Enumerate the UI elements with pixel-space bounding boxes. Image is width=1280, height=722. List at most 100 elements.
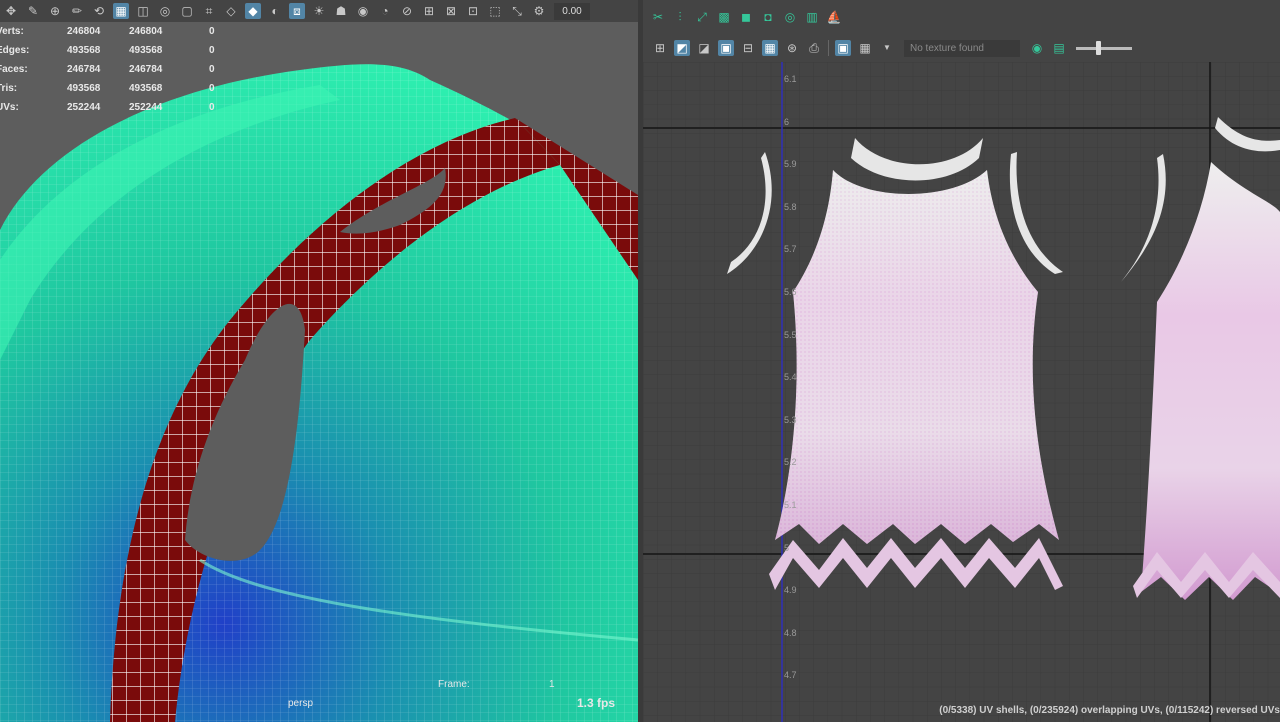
gate-icon[interactable]: ▢	[179, 3, 195, 19]
move-icon[interactable]: ✥	[3, 3, 19, 19]
shaded-icon[interactable]: ◆	[245, 3, 261, 19]
frame-icon[interactable]: ⬚	[487, 3, 503, 19]
uv-status-bar: (0/5338) UV shells, (0/235924) overlappi…	[939, 705, 1280, 716]
view-icon[interactable]: ◎	[157, 3, 173, 19]
slider-knob[interactable]	[1096, 40, 1101, 55]
exposure-slider[interactable]	[1076, 40, 1132, 55]
poly-count-hud: Verts: 246804 246804 0 Edges: 493568 493…	[0, 22, 249, 117]
uv-unfold-icon[interactable]: ⤢	[694, 9, 710, 25]
snap-icon[interactable]: ⊕	[47, 3, 63, 19]
xray-joint-icon[interactable]: ⊠	[443, 3, 459, 19]
uv-shell-icon[interactable]: ◼	[738, 9, 754, 25]
hud-value: 493568	[129, 83, 163, 94]
uv-symmetry-icon[interactable]: ⛵	[826, 9, 842, 25]
uv-snapshot-icon[interactable]: ⊛	[784, 40, 800, 56]
uv-axis-tick-label: 6.1	[784, 74, 797, 84]
uv-axis-tick-label: 4.9	[784, 585, 797, 596]
camera-icon[interactable]: ◫	[135, 3, 151, 19]
dof-icon[interactable]: ⊘	[399, 3, 415, 19]
hud-row-verts: Verts: 246804 246804 0	[0, 22, 249, 41]
texture-toggle-icon[interactable]: ▣	[835, 40, 851, 56]
uv-axis-tick-label: 6	[784, 116, 790, 127]
uv-image-icon[interactable]: ⎙	[806, 40, 822, 56]
uv-axis-tick-label: 5.9	[784, 159, 797, 170]
uv-sew-icon[interactable]: ⫶	[672, 9, 688, 25]
smooth-icon[interactable]: ◐	[267, 3, 283, 19]
uv-axis-tick-label: 5.3	[784, 414, 797, 425]
uv-grid-icon[interactable]: ⊞	[652, 40, 668, 56]
uv-sets-icon[interactable]: ▥	[804, 9, 820, 25]
color-management-icon[interactable]: ◉	[1029, 40, 1045, 56]
camera-label: persp	[288, 698, 314, 709]
hud-value: 246784	[129, 64, 163, 75]
texture-select[interactable]: No texture found	[904, 39, 1020, 57]
uv-shaded-icon[interactable]: ◩	[674, 40, 690, 56]
uv-axis-tick-label: 5.4	[784, 372, 797, 383]
frame-value: 1	[549, 679, 555, 690]
uv-layout-icon[interactable]: ▩	[716, 9, 732, 25]
region-icon[interactable]: ⌗	[201, 3, 217, 19]
hud-label: Faces:	[0, 64, 28, 75]
hud-value: 493568	[67, 83, 101, 94]
hud-row-tris: Tris: 493568 493568 0	[0, 79, 249, 98]
dropdown-arrow-icon[interactable]: ▼	[879, 40, 895, 56]
checker-icon[interactable]: ▦	[857, 40, 873, 56]
resolution-icon[interactable]: ⤡	[509, 3, 525, 19]
hud-value: 246784	[67, 64, 101, 75]
hud-label: Edges:	[0, 45, 30, 56]
light-icon[interactable]: ☀	[311, 3, 327, 19]
uv-tile-icon[interactable]: ⊟	[740, 40, 756, 56]
ao-icon[interactable]: ◉	[355, 3, 371, 19]
frame-label: Frame:	[438, 679, 470, 690]
hud-value: 0	[209, 45, 215, 56]
hud-value: 246804	[129, 26, 163, 37]
hud-label: Verts:	[0, 26, 24, 37]
uv-axis-tick-label: 5.2	[784, 457, 797, 468]
isolate-icon[interactable]: ⊞	[421, 3, 437, 19]
hud-value: 0	[209, 102, 215, 113]
xray-icon[interactable]: ⧈	[289, 3, 305, 19]
hud-value: 252244	[129, 102, 163, 113]
exposure-icon[interactable]: ⚙	[531, 3, 547, 19]
uv-toolbar-top: ✂ ⫶ ⤢ ▩ ◼ ◘ ◎ ▥ ⛵	[643, 0, 1280, 34]
uv-orient-icon[interactable]: ◎	[782, 9, 798, 25]
aa-icon[interactable]: ◔	[377, 3, 393, 19]
uv-axis-tick-label: 5.6	[784, 287, 797, 297]
uv-canvas[interactable]	[643, 62, 1280, 722]
uv-pixel-icon[interactable]: ▦	[762, 40, 778, 56]
uv-distort-icon[interactable]: ◪	[696, 40, 712, 56]
image-display-icon[interactable]: ▤	[1051, 40, 1067, 56]
fps-readout: 1.3 fps	[577, 696, 616, 710]
hud-row-uvs: UVs: 252244 252244 0	[0, 98, 249, 117]
grid-icon[interactable]: ▦	[113, 3, 129, 19]
uv-axis-tick-label: 5	[784, 542, 790, 553]
uv-axis-tick-label: 5.7	[784, 244, 797, 255]
uv-texel-icon[interactable]: ◘	[760, 9, 776, 25]
hud-label: Tris:	[0, 83, 18, 94]
hud-value: 493568	[129, 45, 163, 56]
uv-editor[interactable]: ✂ ⫶ ⤢ ▩ ◼ ◘ ◎ ▥ ⛵ ⊞ ◩ ◪ ▣ ⊟ ▦ ⊛ ⎙ ▣ ▦ ▼ No texture foun…	[643, 0, 1280, 722]
wire-icon[interactable]: ◇	[223, 3, 239, 19]
viewport-3d[interactable]: ✥ ✎ ⊕ ✏ ⟲ ▦ ◫ ◎ ▢ ⌗ ◇ ◆ ◐ ⧈ ☀ ☗ ◉ ◔ ⊘ ⊞ ⊠ ⊡ ⬚ ⤡ ⚙ 0.00 Verts: 24…	[0, 0, 638, 722]
viewport-toolbar: ✥ ✎ ⊕ ✏ ⟲ ▦ ◫ ◎ ▢ ⌗ ◇ ◆ ◐ ⧈ ☀ ☗ ◉ ◔ ⊘ ⊞ ⊠ ⊡ ⬚ ⤡ ⚙ 0.00	[0, 0, 638, 22]
hud-value: 0	[209, 64, 215, 75]
hud-value: 252244	[67, 102, 101, 113]
hud-row-edges: Edges: 493568 493568 0	[0, 41, 249, 60]
exposure-field[interactable]: 0.00	[554, 2, 590, 20]
uv-axis-tick-label: 5.8	[784, 201, 797, 212]
uv-border-icon[interactable]: ▣	[718, 40, 734, 56]
isolate-select-icon[interactable]: ⊡	[465, 3, 481, 19]
manip-icon[interactable]: ⟲	[91, 3, 107, 19]
edit-icon[interactable]: ✎	[25, 3, 41, 19]
hud-value: 493568	[67, 45, 101, 56]
hud-value: 246804	[67, 26, 101, 37]
hud-value: 0	[209, 26, 215, 37]
uv-axis-tick-label: 5.1	[784, 500, 797, 510]
uv-axis-tick-label: 5.5	[784, 329, 797, 340]
uv-axis-tick-label: 4.7	[784, 670, 797, 681]
hud-label: UVs:	[0, 102, 19, 113]
uv-cut-icon[interactable]: ✂	[650, 9, 666, 25]
shadow-icon[interactable]: ☗	[333, 3, 349, 19]
uv-toolbar-second: ⊞ ◩ ◪ ▣ ⊟ ▦ ⊛ ⎙ ▣ ▦ ▼ No texture found ◉ ▤	[643, 34, 1280, 62]
pencil-icon[interactable]: ✏	[69, 3, 85, 19]
